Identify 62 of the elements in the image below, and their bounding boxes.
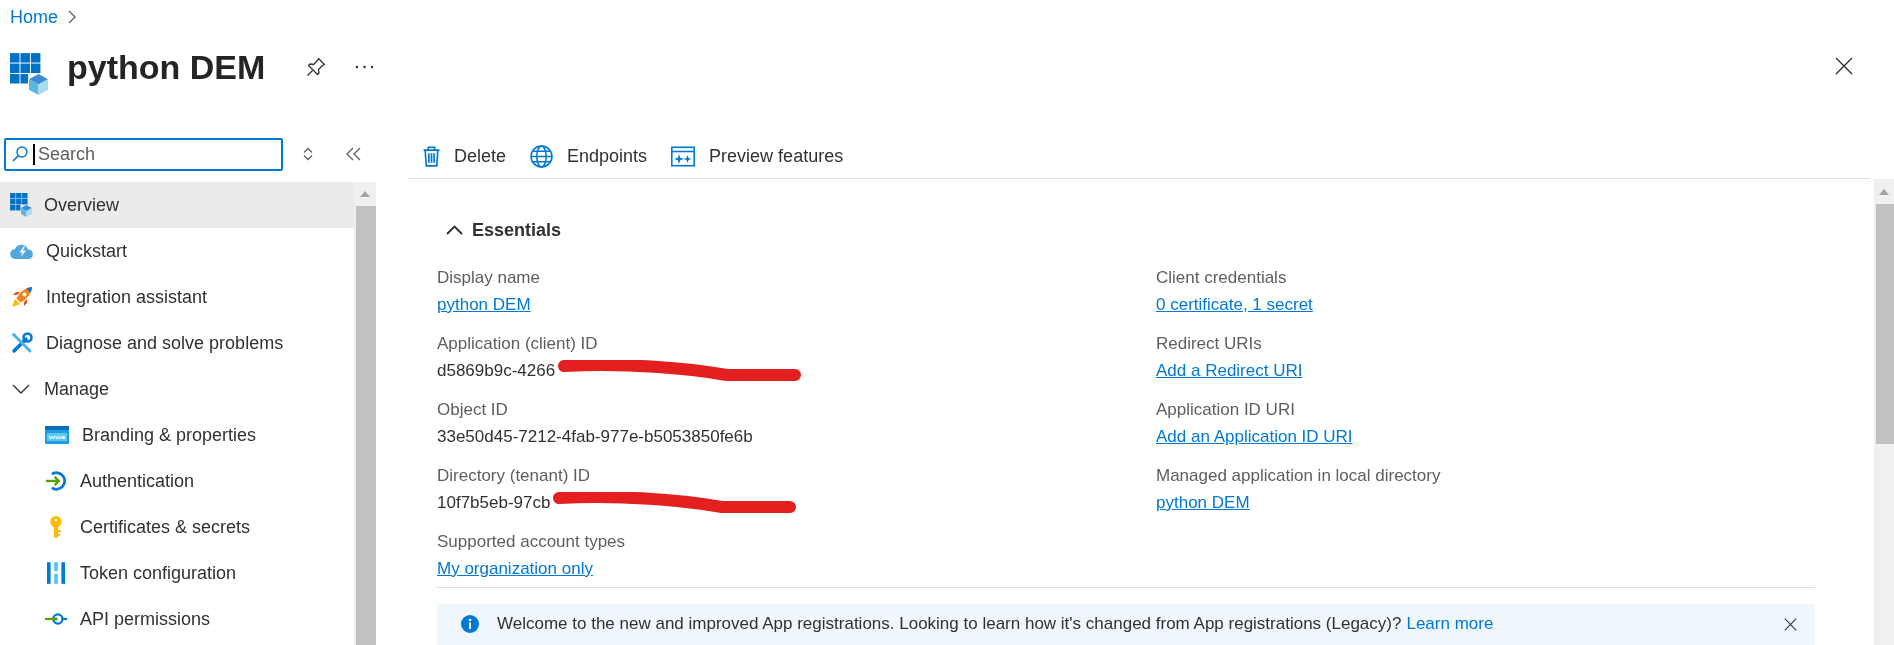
field-link[interactable]: Add an Application ID URI xyxy=(1156,425,1353,448)
close-icon[interactable] xyxy=(1835,57,1853,75)
field-link[interactable]: python DEM xyxy=(1156,491,1250,514)
sign-in-arrow-icon xyxy=(45,470,67,492)
browser-window-icon xyxy=(45,426,69,444)
learn-more-link[interactable]: Learn more xyxy=(1406,614,1494,633)
field-link[interactable]: python DEM xyxy=(437,293,531,316)
field-link[interactable]: 0 certificate, 1 secret xyxy=(1156,293,1313,316)
content-scrollbar[interactable] xyxy=(1874,179,1894,645)
field-label: Supported account types xyxy=(437,531,626,553)
sidebar-item[interactable]: Authentication xyxy=(0,458,354,504)
text-cursor xyxy=(33,143,35,165)
toolbar-button[interactable]: Endpoints xyxy=(524,138,654,175)
field-label: Object ID xyxy=(437,399,508,421)
key-icon xyxy=(49,515,63,539)
sidebar-item[interactable]: Diagnose and solve problems xyxy=(0,320,354,366)
rocket-icon xyxy=(10,285,34,309)
breadcrumb-link[interactable]: Home xyxy=(10,5,58,29)
sidebar-item[interactable]: Quickstart xyxy=(0,228,354,274)
search-field[interactable]: Search xyxy=(4,137,283,171)
sparkle-window-icon xyxy=(671,146,696,167)
sidebar-item[interactable]: Integration assistant xyxy=(0,274,354,320)
toolbar-button[interactable]: Delete xyxy=(417,138,513,175)
banner-message: Welcome to the new and improved App registrations. Looking to learn how it's changed from App registrations (Legacy)? Learn more xyxy=(497,614,1495,634)
sidebar-item[interactable]: Branding & properties xyxy=(0,412,354,458)
toolbar-button[interactable]: Preview features xyxy=(665,138,850,175)
chevron-right-icon xyxy=(68,10,76,24)
field-label: Application ID URI xyxy=(1156,399,1295,421)
bars-icon xyxy=(47,562,65,584)
globe-icon xyxy=(530,145,554,168)
field-value: d5869b9c-4266 xyxy=(437,359,556,382)
scrollbar-thumb[interactable] xyxy=(1876,204,1894,444)
sidebar-item[interactable]: API permissions xyxy=(0,596,354,642)
field-label: Managed application in local directory xyxy=(1156,465,1441,487)
sidebar-item[interactable]: Manage xyxy=(0,366,354,412)
cloud-lightning-icon xyxy=(10,243,34,259)
app-grid-icon xyxy=(10,193,32,217)
chevron-up-icon[interactable] xyxy=(446,225,463,235)
field-label: Display name xyxy=(437,267,540,289)
sidebar-item[interactable]: Token configuration xyxy=(0,550,354,596)
info-icon xyxy=(461,615,479,633)
more-icon[interactable] xyxy=(355,65,375,69)
collapse-icon[interactable] xyxy=(346,147,361,161)
field-value: 33e50d45-7212-4fab-977e-b5053850fe6b xyxy=(437,425,753,448)
close-icon[interactable] xyxy=(1784,618,1797,631)
app-grid-icon xyxy=(10,53,48,95)
field-label: Directory (tenant) ID xyxy=(437,465,591,487)
field-label: Redirect URIs xyxy=(1156,333,1262,355)
field-label: Client credentials xyxy=(1156,267,1287,289)
tools-icon xyxy=(10,331,34,355)
sort-icon[interactable] xyxy=(302,146,314,162)
trash-icon xyxy=(423,146,440,167)
search-icon xyxy=(12,145,28,162)
sidebar-item[interactable]: Overview xyxy=(0,182,354,228)
pin-icon[interactable] xyxy=(306,57,327,77)
page-title: python DEM xyxy=(67,47,266,87)
field-value: 10f7b5eb-97cb xyxy=(437,491,551,514)
sidebar-item[interactable]: Certificates & secrets xyxy=(0,504,354,550)
field-label: Application (client) ID xyxy=(437,333,598,355)
section-title: Essentials xyxy=(472,218,562,242)
field-link[interactable]: Add a Redirect URI xyxy=(1156,359,1303,382)
field-link[interactable]: My organization only xyxy=(437,557,593,580)
